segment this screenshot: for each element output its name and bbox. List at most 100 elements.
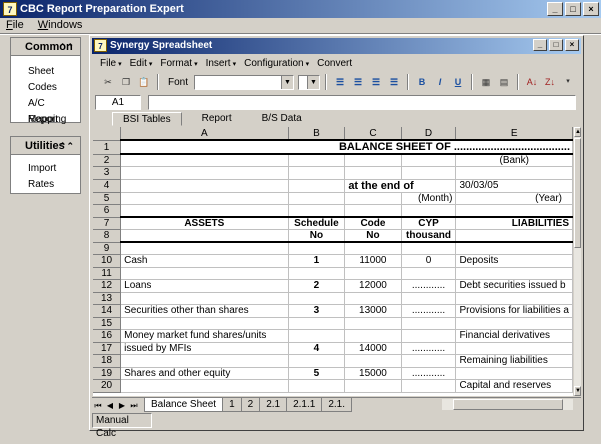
side-item-sheet[interactable]: Sheet xyxy=(11,64,80,80)
cell[interactable]: thousand xyxy=(400,229,457,243)
cell[interactable] xyxy=(120,242,289,255)
menu-edit[interactable]: Edit ▾ xyxy=(130,56,153,71)
vertical-scroll-thumb[interactable] xyxy=(574,138,581,248)
horizontal-scrollbar[interactable] xyxy=(442,399,573,410)
cell[interactable] xyxy=(287,166,346,180)
row-header[interactable]: 14 xyxy=(93,304,122,318)
cell[interactable] xyxy=(400,329,457,343)
row-header[interactable]: 17 xyxy=(93,342,122,355)
cell[interactable]: CYP xyxy=(400,216,457,230)
cell[interactable] xyxy=(455,342,573,355)
row-header[interactable]: 19 xyxy=(93,367,122,380)
bold-icon[interactable]: B xyxy=(414,74,430,90)
column-header-a[interactable]: A xyxy=(120,127,289,141)
cell[interactable] xyxy=(120,179,289,193)
cell[interactable]: Code xyxy=(344,216,402,230)
side-item-rates[interactable]: Rates xyxy=(11,177,80,193)
cell[interactable]: ASSETS xyxy=(120,216,289,230)
row-header[interactable]: 2 xyxy=(93,154,122,167)
cell[interactable] xyxy=(400,242,457,255)
cell[interactable]: ............ xyxy=(400,367,457,380)
horizontal-scroll-thumb[interactable] xyxy=(453,399,563,410)
row-header[interactable]: 6 xyxy=(93,204,122,218)
cell[interactable] xyxy=(455,166,573,180)
menu-format[interactable]: Format ▾ xyxy=(160,56,197,71)
cell[interactable] xyxy=(287,179,346,193)
cell[interactable]: Securities other than shares xyxy=(120,304,289,318)
cell[interactable]: Loans xyxy=(120,279,289,293)
align-right-icon[interactable]: ☰ xyxy=(368,74,384,90)
menu-file[interactable]: File xyxy=(6,18,24,33)
inner-minimize-button[interactable]: _ xyxy=(533,39,547,51)
cell[interactable]: Schedule xyxy=(287,216,346,230)
cell[interactable]: 4 xyxy=(287,342,346,355)
row-header[interactable]: 7 xyxy=(93,217,122,230)
cut-icon[interactable]: ✂ xyxy=(100,74,116,90)
cell[interactable] xyxy=(344,204,402,218)
column-header-c[interactable]: C xyxy=(344,127,402,141)
common-header[interactable]: Common ⌃⌃ xyxy=(11,38,80,56)
last-sheet-icon[interactable]: ⏭ xyxy=(128,399,140,412)
copy-icon[interactable]: ❐ xyxy=(118,74,134,90)
grid-icon[interactable]: ▤ xyxy=(496,74,512,90)
cell[interactable] xyxy=(344,166,402,180)
cell[interactable]: ............ xyxy=(400,304,457,318)
tab-bsi-tables[interactable]: BSI Tables xyxy=(112,112,182,126)
row-header[interactable]: 1 xyxy=(93,140,122,155)
cell[interactable] xyxy=(401,204,457,218)
cell[interactable]: 15000 xyxy=(344,367,402,380)
cell[interactable]: Remaining liabilities xyxy=(455,354,573,368)
menu-convert[interactable]: Convert xyxy=(317,56,352,71)
row-header[interactable]: 13 xyxy=(93,292,122,305)
minimize-button[interactable]: _ xyxy=(547,2,563,16)
cell[interactable] xyxy=(120,379,289,393)
cell[interactable] xyxy=(344,292,402,305)
cell[interactable]: 2 xyxy=(287,279,346,293)
cell[interactable] xyxy=(400,292,457,305)
align-left-icon[interactable]: ☰ xyxy=(332,74,348,90)
cell[interactable] xyxy=(455,267,573,280)
cell[interactable] xyxy=(120,267,289,280)
row-header[interactable]: 4 xyxy=(93,179,122,193)
inner-close-button[interactable]: × xyxy=(565,39,579,51)
cell[interactable] xyxy=(455,242,573,255)
cell[interactable] xyxy=(120,292,289,305)
first-sheet-icon[interactable]: ⏮ xyxy=(92,399,104,412)
cell[interactable] xyxy=(287,329,346,343)
cell[interactable] xyxy=(455,317,573,330)
column-header-b[interactable]: B xyxy=(288,127,346,141)
row-header[interactable]: 20 xyxy=(93,379,122,393)
cell[interactable] xyxy=(344,317,402,330)
row-header[interactable]: 9 xyxy=(93,242,122,255)
cell[interactable] xyxy=(344,267,402,280)
cell[interactable]: 1 xyxy=(287,254,346,268)
align-center-icon[interactable]: ☰ xyxy=(350,74,366,90)
cell[interactable]: Cash xyxy=(120,254,289,268)
cell[interactable]: Debt securities issued b xyxy=(455,279,573,293)
vertical-scrollbar[interactable]: ▲ ▼ xyxy=(574,127,581,396)
sort-descending-icon[interactable]: Z↓ xyxy=(542,74,558,90)
cell[interactable]: Shares and other equity xyxy=(120,367,289,380)
close-button[interactable]: × xyxy=(583,2,599,16)
side-item-ac-mapping[interactable]: A/C Mapping xyxy=(11,96,80,125)
maximize-button[interactable]: □ xyxy=(565,2,581,16)
paste-icon[interactable]: 📋 xyxy=(136,74,152,90)
column-header-e[interactable]: E xyxy=(455,127,573,141)
tab-report[interactable]: Report xyxy=(192,112,242,126)
cell[interactable]: No xyxy=(287,229,346,243)
cell[interactable]: 5 xyxy=(287,367,346,380)
row-header[interactable]: 10 xyxy=(93,254,122,268)
borders-icon[interactable]: ▦ xyxy=(478,74,494,90)
cell[interactable] xyxy=(455,204,573,218)
cell[interactable]: 0 xyxy=(400,254,457,268)
tab-bs-data[interactable]: B/S Data xyxy=(252,112,312,126)
cell[interactable] xyxy=(287,154,346,167)
cell[interactable] xyxy=(287,317,346,330)
row-header[interactable]: 15 xyxy=(93,317,122,330)
balance-sheet-title[interactable]: BALANCE SHEET OF .......................… xyxy=(120,139,573,155)
sheet-tab-1[interactable]: 1 xyxy=(222,398,242,412)
row-header[interactable]: 5 xyxy=(93,192,122,205)
cell[interactable]: (Month) xyxy=(401,192,457,205)
cell[interactable]: 30/03/05 xyxy=(455,179,573,193)
row-header[interactable]: 8 xyxy=(93,229,122,243)
